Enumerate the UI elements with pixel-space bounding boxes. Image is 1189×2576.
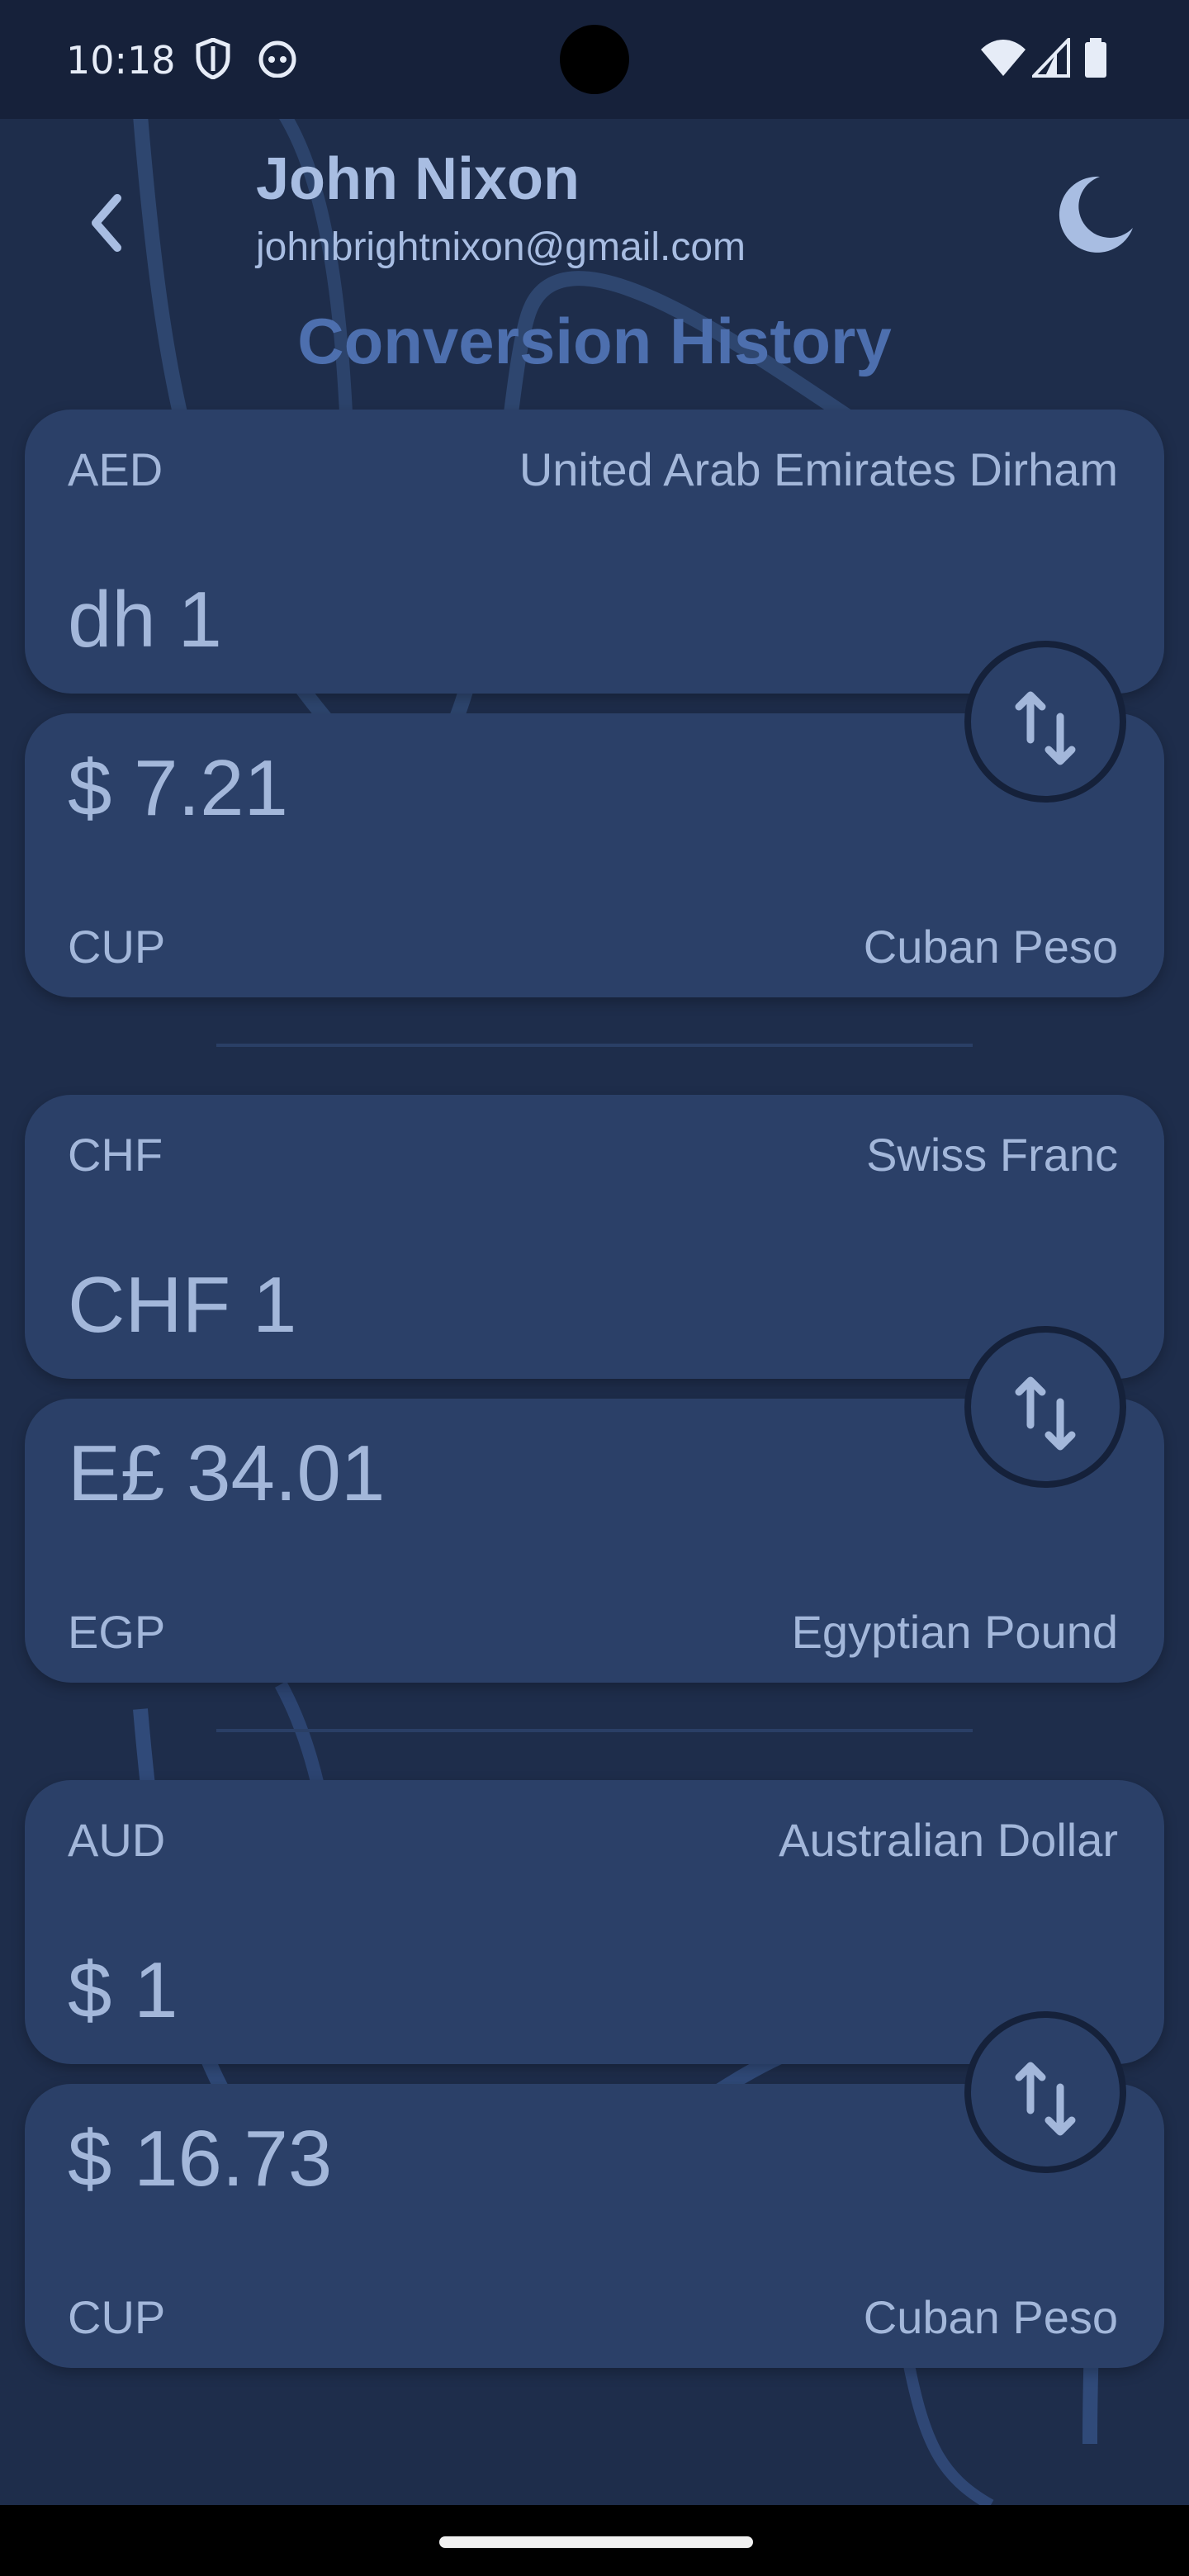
currency-amount: $ 1 — [68, 1946, 178, 2034]
currency-amount: $ 16.73 — [68, 2114, 333, 2203]
back-chevron-icon[interactable] — [71, 182, 137, 264]
currency-code: AED — [68, 443, 163, 495]
currency-name: Australian Dollar — [779, 1814, 1118, 1866]
currency-name: Egyptian Pound — [791, 1606, 1118, 1658]
from-currency-card[interactable]: AED United Arab Emirates Dirham dh 1 — [25, 410, 1164, 694]
swap-arrows-icon — [1015, 691, 1076, 765]
status-time: 10:18 — [66, 38, 176, 83]
user-name: John Nixon — [256, 146, 580, 212]
currency-amount: E£ 34.01 — [68, 1429, 386, 1518]
currency-code: CUP — [68, 921, 166, 973]
cat-icon — [258, 40, 296, 78]
profile-header — [0, 119, 1189, 433]
swap-button[interactable] — [964, 1326, 1126, 1488]
currency-amount: dh 1 — [68, 575, 222, 664]
currency-name: Cuban Peso — [863, 921, 1118, 973]
currency-code: CUP — [68, 2291, 166, 2343]
navigation-bar — [0, 2505, 1189, 2576]
currency-amount: CHF 1 — [68, 1261, 297, 1349]
swap-button[interactable] — [964, 641, 1126, 803]
swap-arrows-icon — [1015, 2062, 1076, 2136]
currency-name: United Arab Emirates Dirham — [519, 443, 1118, 495]
signal-icon — [1032, 38, 1070, 78]
status-bar: 10:18 — [0, 0, 1189, 119]
moon-icon[interactable] — [1049, 170, 1139, 261]
currency-code: CHF — [68, 1129, 163, 1181]
user-email: johnbrightnixon@gmail.com — [256, 225, 746, 269]
home-gesture-handle[interactable] — [439, 2536, 753, 2548]
divider — [216, 1044, 973, 1047]
currency-name: Cuban Peso — [863, 2291, 1118, 2343]
swap-arrows-icon — [1015, 1376, 1076, 1451]
wifi-icon — [981, 40, 1026, 76]
currency-amount: $ 7.21 — [68, 744, 288, 832]
from-currency-card[interactable]: AUD Australian Dollar $ 1 — [25, 1780, 1164, 2064]
currency-code: AUD — [68, 1814, 166, 1866]
page-title: Conversion History — [297, 305, 892, 377]
battery-icon — [1085, 38, 1106, 78]
front-camera — [560, 25, 629, 94]
shield-icon — [196, 38, 230, 79]
swap-button[interactable] — [964, 2011, 1126, 2173]
currency-name: Swiss Franc — [866, 1129, 1118, 1181]
divider — [216, 1729, 973, 1732]
from-currency-card[interactable]: CHF Swiss Franc CHF 1 — [25, 1095, 1164, 1379]
currency-code: EGP — [68, 1606, 166, 1658]
